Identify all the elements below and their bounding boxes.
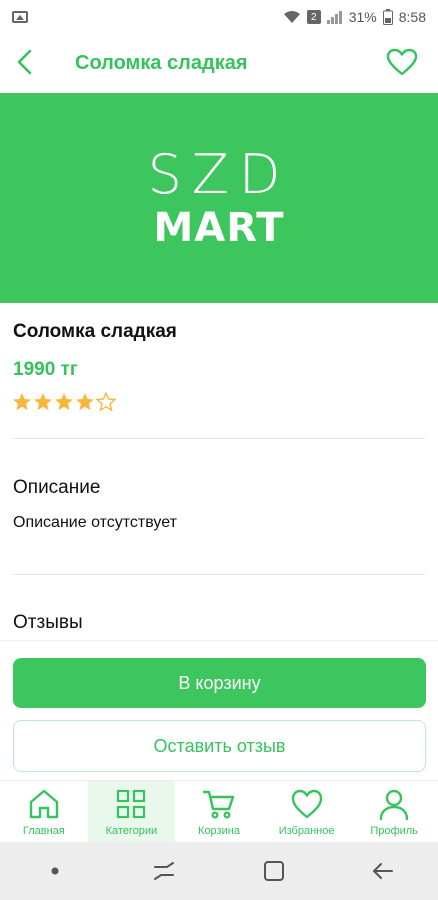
nav-label: Избранное [278, 825, 335, 837]
leave-review-button[interactable]: Оставить отзыв [13, 720, 426, 772]
description-text: Описание отсутствует [13, 514, 177, 531]
back-button[interactable] [10, 46, 38, 78]
description-label: Описание [13, 477, 101, 498]
sim-badge: 2 [306, 10, 321, 24]
clock: 8:58 [398, 9, 426, 25]
divider [13, 574, 425, 575]
star-filled-icon [13, 393, 31, 411]
system-navigation-bar [0, 842, 438, 900]
divider [0, 640, 438, 641]
product-price: 1990 тг [13, 359, 78, 380]
star-filled-icon [76, 393, 94, 411]
nav-item-favorites[interactable]: Избранное [263, 781, 351, 842]
app-header: Соломка сладкая [0, 34, 438, 90]
heart-icon [291, 789, 322, 819]
wifi-icon [283, 11, 300, 23]
nav-label: Главная [22, 825, 65, 837]
chevron-left-icon [17, 49, 32, 75]
arrow-left-icon [373, 863, 394, 879]
system-dot-button[interactable] [35, 851, 75, 891]
nav-item-profile[interactable]: Профиль [350, 781, 438, 842]
nav-item-categories[interactable]: Категории [87, 781, 176, 842]
favorite-button[interactable] [384, 44, 420, 80]
divider [13, 438, 425, 439]
home-button[interactable] [254, 851, 294, 891]
nav-label: Профиль [370, 825, 418, 837]
nav-item-cart[interactable]: Корзина [175, 781, 263, 842]
system-back-button[interactable] [363, 851, 403, 891]
battery-icon [382, 9, 393, 25]
logo-text-bottom: MART [153, 205, 285, 251]
recent-apps-button[interactable] [144, 851, 184, 891]
user-icon [379, 789, 409, 821]
star-filled-icon [34, 393, 52, 411]
logo-text-top: SZD [147, 143, 291, 206]
rating-stars [12, 392, 116, 412]
product-image-banner: SZD MART [0, 93, 438, 303]
nav-item-home[interactable]: Главная [0, 781, 88, 842]
square-icon [263, 861, 284, 881]
star-empty-icon [96, 392, 116, 412]
image-notification-icon [12, 11, 28, 23]
heart-icon [386, 48, 418, 76]
home-icon [29, 789, 58, 819]
product-name: Соломка сладкая [13, 321, 177, 342]
dot-icon [51, 867, 59, 875]
star-filled-icon [55, 393, 73, 411]
signal-icon [326, 11, 342, 24]
battery-percent: 31% [348, 9, 377, 25]
nav-label: Категории [105, 825, 158, 837]
add-to-cart-button[interactable]: В корзину [13, 658, 426, 708]
status-bar: 2 31% 8:58 [0, 0, 438, 34]
nav-label: Корзина [198, 825, 240, 837]
recent-apps-icon [154, 862, 175, 880]
cart-icon [202, 790, 235, 819]
grid-icon [117, 789, 146, 819]
bottom-navigation: Главная Категории Корзина Избранное Проф… [0, 780, 438, 842]
page-title: Соломка сладкая [75, 52, 248, 74]
reviews-label: Отзывы [13, 612, 83, 633]
